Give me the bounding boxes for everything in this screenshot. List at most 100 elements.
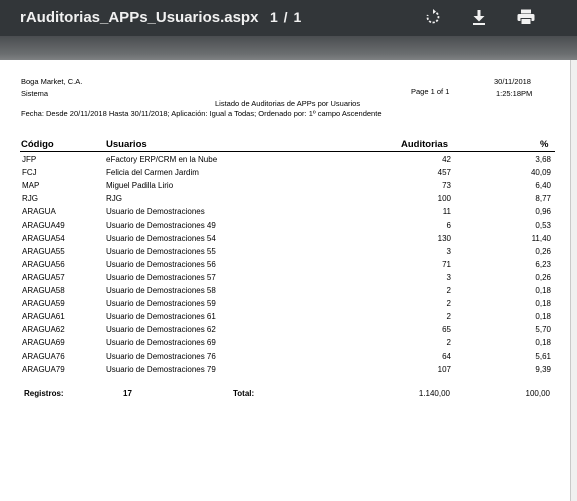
cell-audits: 73 [442,181,451,191]
cell-code: ARAGUA59 [22,299,65,309]
column-header-pct: % [540,139,549,150]
table-row: ARAGUA55 Usuario de Demostraciones 55 3 0,2… [0,247,571,260]
table-row: FCJ Felicia del Carmen Jardim 457 40,09 [0,168,571,181]
records-label: Registros: [24,389,64,398]
total-label: Total: [233,389,255,398]
cell-audits: 107 [437,364,451,374]
cell-user: Usuario de Demostraciones 54 [106,233,216,243]
column-header-code: Código [21,139,54,150]
cell-percentage: 9,39 [535,364,551,374]
cell-code: ARAGUA56 [22,259,65,269]
cell-user: Usuario de Demostraciones 55 [106,246,216,256]
report-page: Boga Market, C.A. Sistema Page 1 of 1 30… [0,60,571,501]
cell-audits: 130 [437,233,451,243]
cell-percentage: 0,18 [535,338,551,348]
cell-code: ARAGUA57 [22,272,65,282]
cell-audits: 2 [446,312,451,322]
cell-percentage: 0,26 [535,246,551,256]
cell-percentage: 8,77 [535,194,551,204]
cell-percentage: 6,40 [535,181,551,191]
download-icon [472,9,486,25]
cell-percentage: 0,26 [535,272,551,282]
table-row: ARAGUA79 Usuario de Demostraciones 79 107 9… [0,365,571,378]
cell-code: ARAGUA49 [22,220,65,230]
cell-user: Usuario de Demostraciones [106,207,205,217]
cell-user: Usuario de Demostraciones 79 [106,364,216,374]
cell-code: RJG [22,194,38,204]
system-name: Sistema [21,89,49,98]
pdf-viewer-toolbar: rAuditorias_APPs_Usuarios.aspx 1 / 1 [0,0,577,36]
cell-user: Usuario de Demostraciones 59 [106,299,216,309]
rotate-button[interactable] [421,6,445,28]
table-row: ARAGUA58 Usuario de Demostraciones 58 2 0,1… [0,286,571,299]
cell-code: ARAGUA58 [22,286,65,295]
table-row: RJG RJG 100 8,77 [0,194,571,207]
cell-audits: 100 [437,194,451,204]
report-title: Listado de Auditorias de APPs por Usuari… [215,99,361,108]
cell-audits: 2 [446,338,451,348]
total-percentage: 100,00 [525,389,550,398]
cell-audits: 6 [446,220,451,230]
table-row: MAP Miguel Padilla Lirio 73 6,40 [0,181,571,194]
table-row: ARAGUA56 Usuario de Demostraciones 56 71 6,… [0,260,571,273]
cell-user: Usuario de Demostraciones 58 [106,286,216,295]
table-row: ARAGUA49 Usuario de Demostraciones 49 6 0,5… [0,221,571,234]
scrollbar-track[interactable] [571,60,577,501]
cell-code: ARAGUA76 [22,351,65,361]
report-time: 1:25:18PM [496,89,533,98]
cell-code: ARAGUA [22,207,56,217]
cell-user: Usuario de Demostraciones 76 [106,351,216,361]
cell-code: ARAGUA62 [22,325,65,335]
table-row: ARAGUA61 Usuario de Demostraciones 61 2 0,1… [0,312,571,325]
cell-audits: 11 [442,207,451,217]
cell-percentage: 0,53 [535,220,551,230]
cell-percentage: 0,18 [535,299,551,309]
cell-code: MAP [22,181,40,191]
cell-audits: 3 [446,272,451,282]
cell-audits: 42 [442,155,451,164]
cell-percentage: 6,23 [535,259,551,269]
cell-audits: 457 [437,168,451,178]
cell-audits: 65 [442,325,451,335]
report-date: 30/11/2018 [494,77,531,86]
cell-user: Usuario de Demostraciones 57 [106,272,216,282]
print-icon [517,9,535,25]
cell-code: ARAGUA54 [22,233,65,243]
cell-audits: 64 [442,351,451,361]
header-divider [20,151,555,152]
print-button[interactable] [514,6,538,28]
cell-user: Felicia del Carmen Jardim [106,168,199,178]
column-header-user: Usuarios [106,139,147,150]
cell-code: JFP [22,155,37,164]
cell-user: Usuario de Demostraciones 61 [106,312,216,322]
cell-audits: 71 [442,259,451,269]
cell-code: FCJ [22,168,37,178]
cell-percentage: 0,18 [535,286,551,295]
page-number: Page 1 of 1 [411,87,450,96]
cell-user: RJG [106,194,122,204]
table-row: ARAGUA54 Usuario de Demostraciones 54 130 1… [0,234,571,247]
rotate-icon [425,9,441,25]
cell-user: Usuario de Demostraciones 49 [106,220,216,230]
download-button[interactable] [467,6,491,28]
cell-user: Usuario de Demostraciones 56 [106,259,216,269]
cell-code: ARAGUA69 [22,338,65,348]
company-name: Boga Market, C.A. [21,77,83,86]
cell-audits: 2 [446,286,451,295]
cell-code: ARAGUA61 [22,312,65,322]
cell-user: eFactory ERP/CRM en la Nube [106,155,218,164]
cell-user: Usuario de Demostraciones 62 [106,325,216,335]
table-row: JFP eFactory ERP/CRM en la Nube 42 3,68 [0,155,571,168]
table-row: ARAGUA59 Usuario de Demostraciones 59 2 0,1… [0,299,571,312]
cell-percentage: 3,68 [535,155,551,164]
cell-user: Miguel Padilla Lirio [106,181,174,191]
cell-percentage: 11,40 [531,233,551,243]
table-row: ARAGUA76 Usuario de Demostraciones 76 64 5,… [0,352,571,365]
cell-percentage: 0,18 [535,312,551,322]
table-row: ARAGUA69 Usuario de Demostraciones 69 2 0,1… [0,338,571,351]
page-indicator: 1 / 1 [270,9,303,25]
records-count: 17 [123,389,132,398]
cell-percentage: 5,70 [535,325,551,335]
cell-user: Usuario de Demostraciones 69 [106,338,216,348]
cell-code: ARAGUA79 [22,364,65,374]
